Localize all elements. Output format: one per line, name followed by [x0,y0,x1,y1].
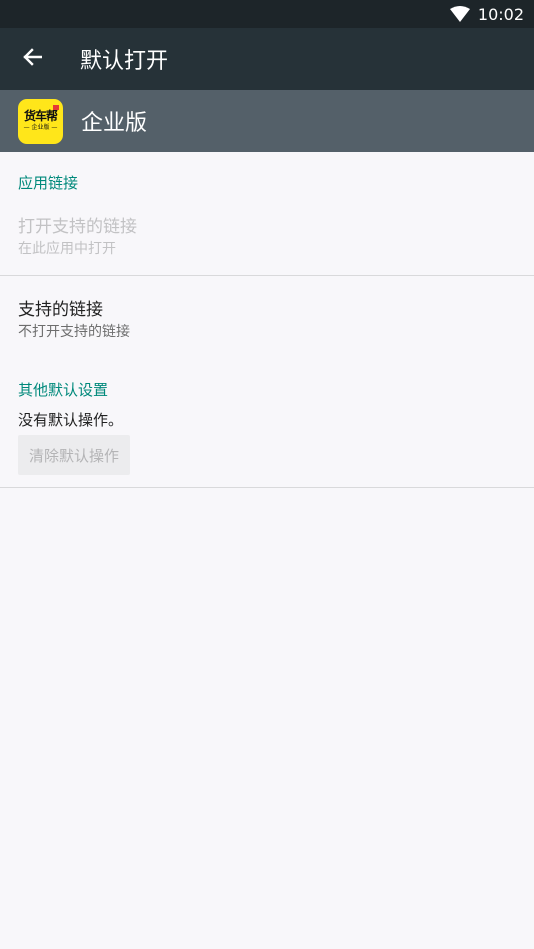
app-icon: 货车帮 — 企业版 — [18,98,63,144]
section-label-app-links: 应用链接 [18,174,79,192]
supported-links-title: 支持的链接 [18,300,103,320]
divider [0,487,534,488]
app-icon-logo: 货车帮 [23,109,58,123]
back-button[interactable] [0,28,64,90]
app-name: 企业版 [81,111,148,136]
section-label-other-defaults: 其他默认设置 [18,381,109,399]
app-header: 货车帮 — 企业版 — 企业版 [0,90,534,152]
wifi-icon [449,6,470,22]
open-supported-links-subtitle: 在此应用中打开 [18,241,116,257]
page-title: 默认打开 [80,49,169,74]
clear-defaults-button[interactable]: 清除默认操作 [18,435,130,475]
arrow-back-icon [22,48,43,70]
status-bar: 10:02 [0,0,534,28]
divider [0,275,534,276]
supported-links-subtitle: 不打开支持的链接 [18,324,130,340]
flag-icon [53,104,59,110]
app-icon-sublabel: — 企业版 — [23,124,58,131]
open-supported-links-title: 打开支持的链接 [18,217,137,237]
status-time: 10:02 [477,4,524,24]
no-default-message: 没有默认操作。 [18,411,124,429]
toolbar: 默认打开 [0,28,534,90]
